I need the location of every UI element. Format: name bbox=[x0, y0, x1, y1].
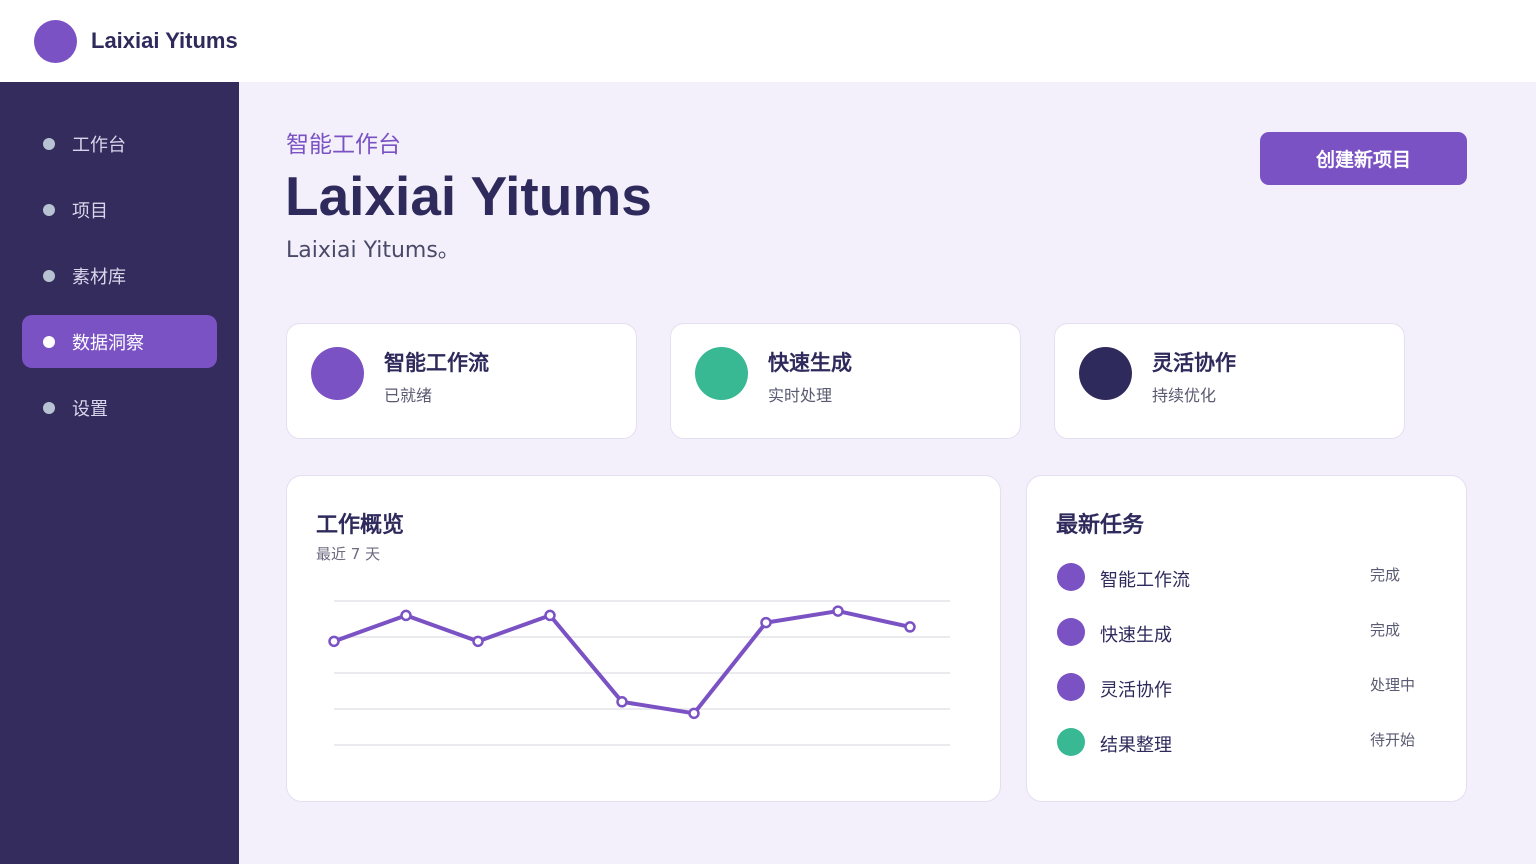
feature-card-generate[interactable]: 快速生成 实时处理 bbox=[670, 323, 1021, 439]
chart-data-point[interactable] bbox=[328, 635, 340, 648]
task-status-icon bbox=[1057, 563, 1085, 591]
sidebar-item-assets[interactable]: 素材库 bbox=[22, 249, 217, 302]
task-name: 灵活协作 bbox=[1100, 680, 1172, 701]
task-row[interactable]: 智能工作流 完成 bbox=[1056, 562, 1446, 592]
workflow-icon bbox=[311, 347, 364, 400]
task-row[interactable]: 灵活协作 处理中 bbox=[1056, 672, 1446, 702]
task-status-icon bbox=[1057, 673, 1085, 701]
chart-data-point[interactable] bbox=[688, 707, 700, 720]
task-status: 处理中 bbox=[1370, 676, 1416, 694]
logo-icon[interactable] bbox=[34, 19, 77, 63]
sidebar-item-settings[interactable]: 设置 bbox=[22, 381, 217, 434]
feature-card-collab[interactable]: 灵活协作 持续优化 bbox=[1054, 323, 1405, 439]
chart-data-point[interactable] bbox=[832, 605, 844, 617]
chart-data-point[interactable] bbox=[544, 609, 556, 622]
task-name: 结果整理 bbox=[1100, 735, 1172, 756]
sidebar-item-workbench[interactable]: 工作台 bbox=[22, 117, 217, 170]
feature-title: 灵活协作 bbox=[1152, 351, 1236, 375]
bullet-icon bbox=[43, 138, 55, 150]
feature-subtitle: 已就绪 bbox=[384, 386, 433, 405]
top-bar: Laixiai Yitums bbox=[0, 0, 1536, 82]
page-eyebrow: 智能工作台 bbox=[286, 132, 401, 158]
overview-subtitle: 最近 7 天 bbox=[316, 545, 381, 563]
brand-name: Laixiai Yitums bbox=[91, 28, 238, 53]
sidebar-item-projects[interactable]: 项目 bbox=[22, 183, 217, 236]
sidebar-item-insights[interactable]: 数据洞察 bbox=[22, 315, 217, 368]
chart-data-point[interactable] bbox=[904, 621, 916, 633]
task-name: 智能工作流 bbox=[1100, 570, 1190, 591]
collab-icon bbox=[1079, 347, 1132, 400]
page-title: Laixiai Yitums bbox=[285, 165, 652, 227]
task-status: 完成 bbox=[1370, 566, 1401, 584]
feature-subtitle: 持续优化 bbox=[1152, 386, 1217, 405]
generate-icon bbox=[695, 347, 748, 400]
sidebar-item-label: 素材库 bbox=[72, 266, 126, 288]
chart-data-point[interactable] bbox=[760, 616, 772, 629]
bullet-icon bbox=[43, 402, 55, 414]
feature-title: 智能工作流 bbox=[384, 351, 489, 375]
sidebar-item-label: 项目 bbox=[72, 200, 108, 222]
sidebar-item-label: 数据洞察 bbox=[72, 332, 144, 354]
main-content: 智能工作台 Laixiai Yitums Laixiai Yitums。 创建新… bbox=[239, 82, 1536, 864]
tasks-card: 最新任务 智能工作流 完成 快速生成 完成 灵活协作 处理中 结果整理 待开始 bbox=[1026, 475, 1467, 802]
tasks-title: 最新任务 bbox=[1056, 513, 1145, 538]
bullet-icon bbox=[43, 336, 55, 348]
task-status: 完成 bbox=[1370, 621, 1401, 639]
task-status-icon bbox=[1057, 728, 1085, 756]
task-row[interactable]: 结果整理 待开始 bbox=[1056, 727, 1446, 757]
chart-data-point[interactable] bbox=[616, 696, 628, 708]
page-subtitle: Laixiai Yitums。 bbox=[286, 238, 460, 263]
overview-card: 工作概览 最近 7 天 bbox=[286, 475, 1001, 802]
create-project-button[interactable]: 创建新项目 bbox=[1260, 132, 1467, 185]
bullet-icon bbox=[43, 270, 55, 282]
feature-title: 快速生成 bbox=[768, 351, 852, 375]
task-row[interactable]: 快速生成 完成 bbox=[1056, 617, 1446, 647]
feature-card-workflow[interactable]: 智能工作流 已就绪 bbox=[286, 323, 637, 439]
sidebar-item-label: 设置 bbox=[72, 398, 108, 420]
chart-data-point[interactable] bbox=[400, 609, 412, 622]
feature-subtitle: 实时处理 bbox=[768, 386, 833, 405]
task-status: 待开始 bbox=[1370, 731, 1416, 749]
task-status-icon bbox=[1057, 618, 1085, 646]
task-name: 快速生成 bbox=[1100, 625, 1172, 646]
overview-title: 工作概览 bbox=[316, 513, 405, 538]
chart-data-point[interactable] bbox=[472, 635, 484, 648]
sidebar: 工作台 项目 素材库 数据洞察 设置 bbox=[0, 82, 239, 864]
bullet-icon bbox=[43, 204, 55, 216]
sidebar-item-label: 工作台 bbox=[72, 134, 126, 156]
